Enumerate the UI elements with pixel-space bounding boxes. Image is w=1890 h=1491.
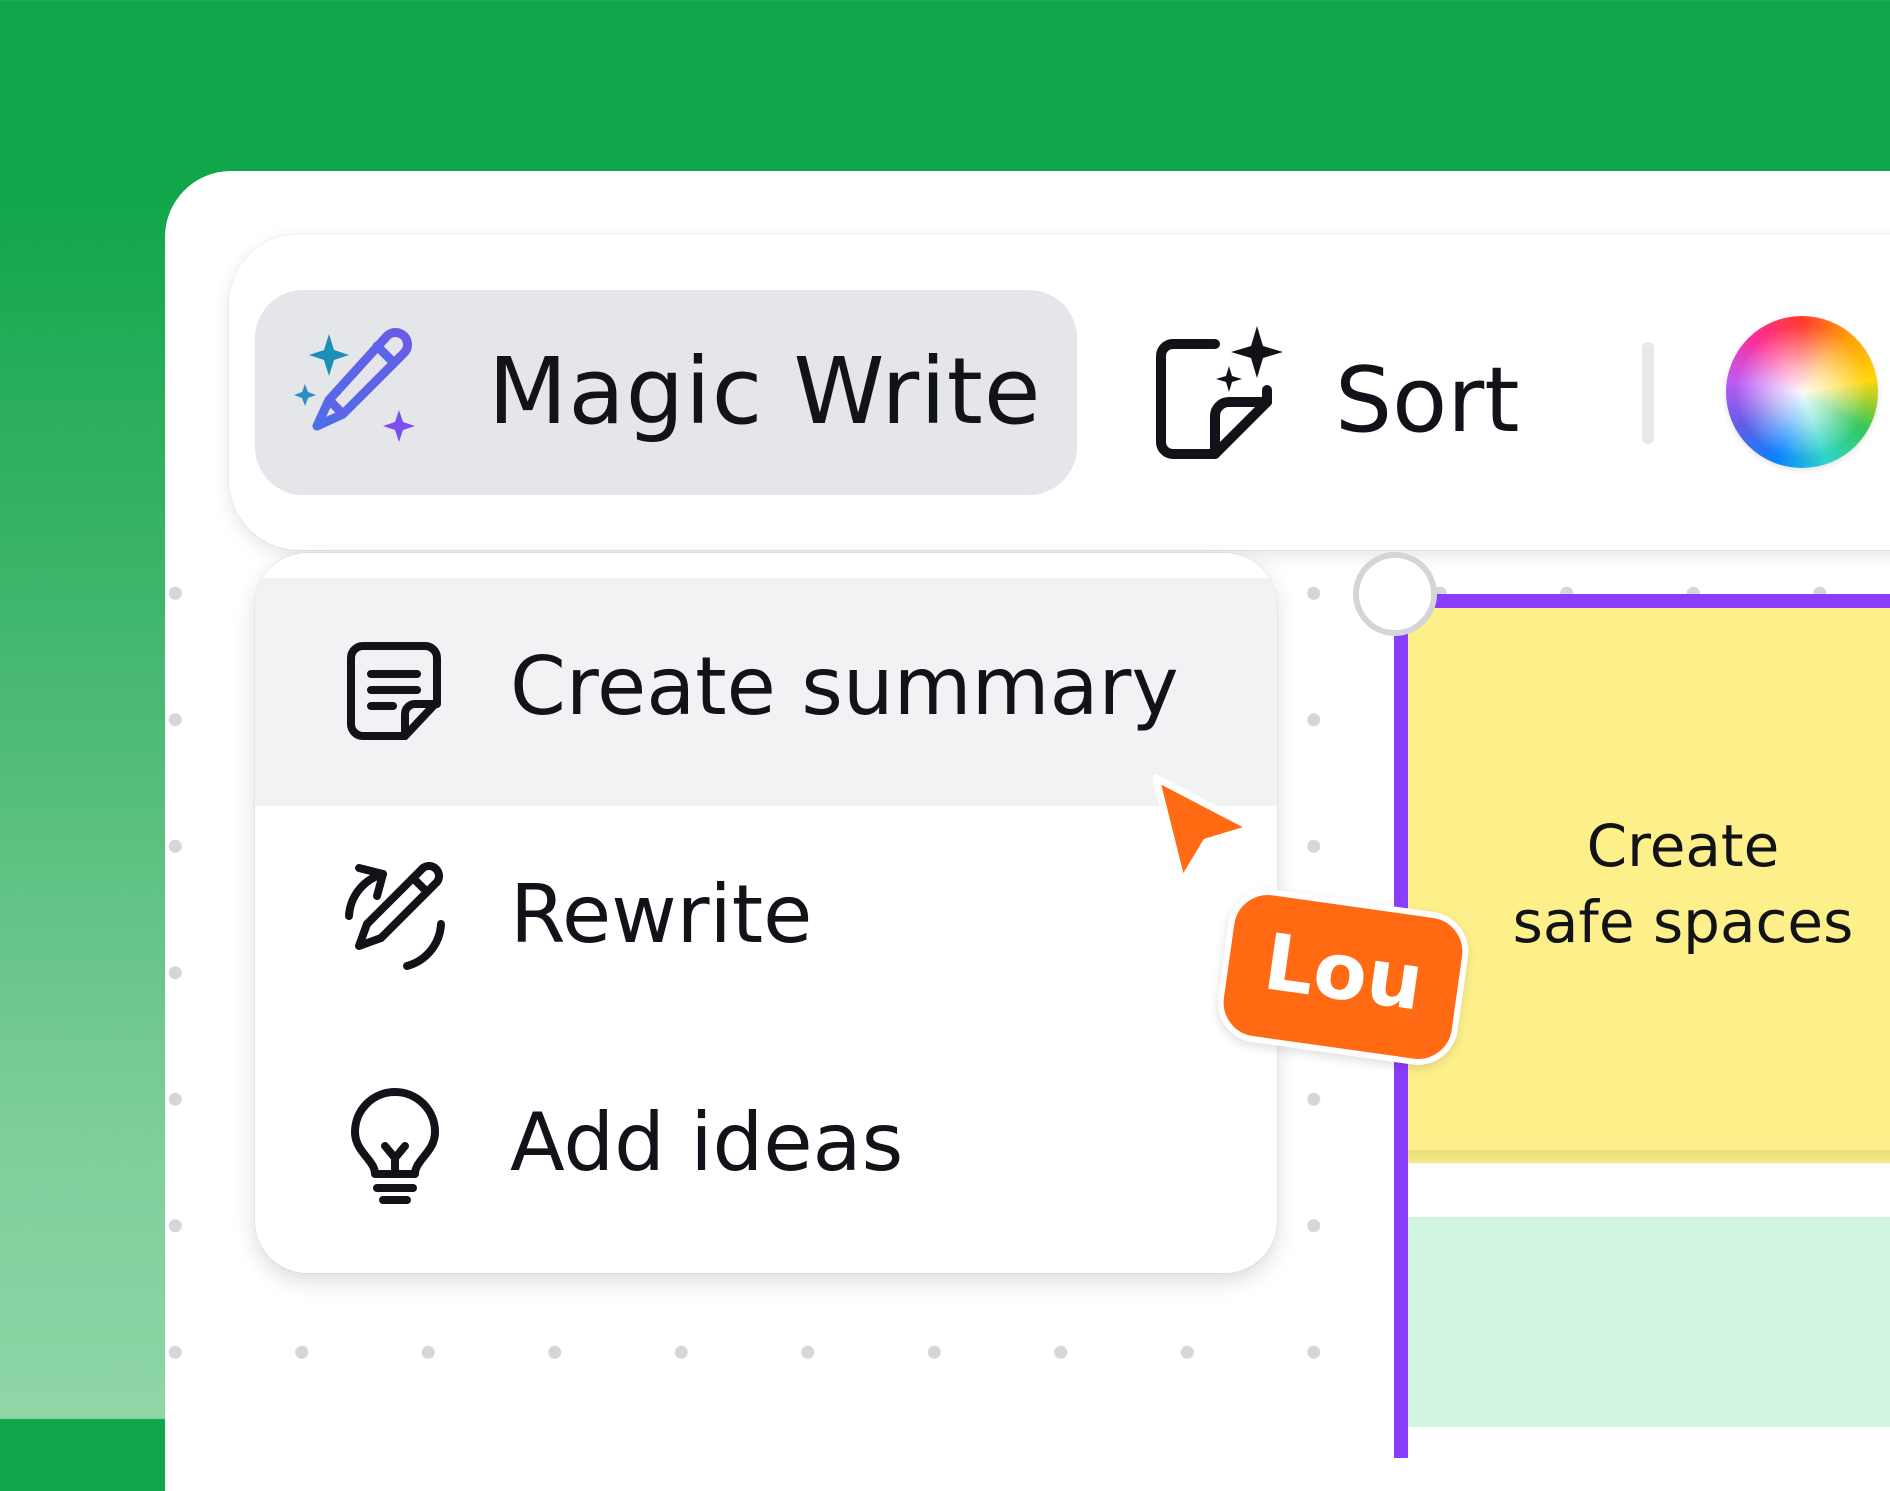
sort-label: Sort xyxy=(1335,348,1520,453)
cursor-arrow-icon xyxy=(1148,770,1260,888)
sticky-note-text: Create safe spaces xyxy=(1408,808,1890,960)
summary-note-icon xyxy=(335,632,455,752)
sparkle-sticky-note-icon xyxy=(1145,316,1295,466)
sticky-note-line-1: Create xyxy=(1586,812,1780,880)
magic-write-button[interactable]: Magic Write xyxy=(255,290,1077,495)
collaborator-name: Lou xyxy=(1258,917,1429,1029)
menu-item-label: Rewrite xyxy=(510,868,813,961)
magic-write-label: Magic Write xyxy=(488,338,1042,445)
sort-button[interactable]: Sort xyxy=(1135,310,1555,480)
sticky-note-green[interactable] xyxy=(1408,1217,1890,1427)
resize-handle[interactable] xyxy=(1353,552,1437,636)
toolbar-divider xyxy=(1642,342,1654,444)
menu-item-create-summary[interactable]: Create summary xyxy=(255,578,1277,806)
menu-item-add-ideas[interactable]: Add ideas xyxy=(255,1034,1277,1262)
menu-item-label: Create summary xyxy=(510,640,1179,733)
sticky-note-shadow xyxy=(1408,1150,1890,1170)
rewrite-pencil-icon xyxy=(335,860,455,980)
magic-pencil-icon xyxy=(291,326,421,456)
menu-item-label: Add ideas xyxy=(510,1096,904,1189)
sticky-note-line-2: safe spaces xyxy=(1512,888,1854,956)
menu-item-rewrite[interactable]: Rewrite xyxy=(255,806,1277,1034)
lightbulb-icon xyxy=(335,1088,455,1208)
color-wheel-icon[interactable] xyxy=(1726,316,1878,468)
magic-write-menu: Create summary Rewrite Add ideas xyxy=(255,553,1277,1273)
